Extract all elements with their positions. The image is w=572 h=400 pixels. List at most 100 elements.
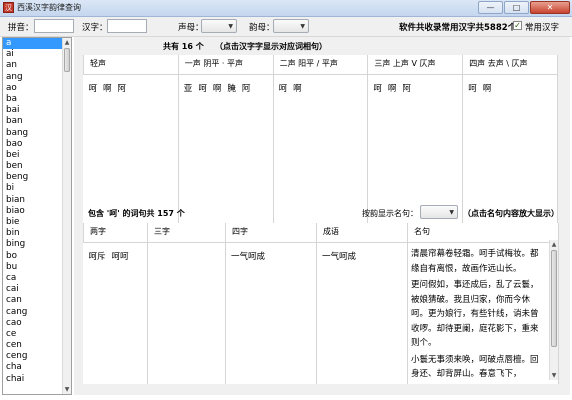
tone-chars-cell: 呵啊 — [273, 74, 369, 244]
hanzi-char[interactable]: 呵 — [198, 84, 207, 94]
pinyin-item[interactable]: bing — [3, 239, 63, 250]
summary-prefix: 软件共收录常用汉字共 — [399, 23, 485, 33]
pinyin-item[interactable]: bo — [3, 251, 63, 262]
hanzi-char[interactable]: 啊 — [388, 84, 397, 94]
hanzi-char[interactable]: 呵 — [468, 84, 477, 94]
quote-header: 名句 — [407, 223, 559, 243]
chevron-down-icon: ▼ — [449, 209, 454, 216]
hanzi-char[interactable]: 啊 — [293, 84, 302, 94]
quote-item[interactable]: 清晨帘幕卷轻霜。呵手试梅妆。都缘自有离恨，故画作远山长。 — [411, 247, 544, 276]
hanzi-char[interactable]: 阿 — [402, 84, 411, 94]
maximize-button[interactable]: □ — [504, 1, 529, 14]
yunmu-label: 韵母： — [249, 23, 275, 33]
pinyin-item[interactable]: beng — [3, 172, 63, 183]
pinyin-item[interactable]: cha — [3, 362, 63, 373]
pinyin-item[interactable]: ca — [3, 273, 63, 284]
three-char-header: 三字 — [147, 223, 226, 243]
tone-header-row: 轻声 一声 阴平 · 平声 二声 阳平 / 平声 三声 上声 V 仄声 四声 去声 \ … — [83, 55, 558, 75]
pinyin-item[interactable]: ao — [3, 83, 63, 94]
hanzi-char[interactable]: 啊 — [103, 84, 112, 94]
two-char-cell: 呵斥 呵呵 — [83, 242, 148, 384]
minimize-button[interactable]: — — [478, 1, 503, 14]
pinyin-item[interactable]: bang — [3, 128, 63, 139]
pinyin-item[interactable]: cai — [3, 284, 63, 295]
summary-count: 5882 — [484, 23, 508, 33]
scroll-thumb[interactable] — [551, 250, 557, 347]
quote-item[interactable]: 更问假如，事还成后，乱了云鬟，被娘猜破。我且归家，你而今休呵。更为娘行，有些针线… — [411, 278, 544, 351]
pinyin-item[interactable]: ba — [3, 94, 63, 105]
chevron-down-icon: ▼ — [300, 23, 305, 30]
three-char-cell — [147, 242, 226, 384]
tone-header: 三声 上声 V 仄声 — [367, 55, 464, 75]
common-chars-checkbox[interactable]: ✓ — [513, 21, 522, 30]
pinyin-item[interactable]: cen — [3, 340, 63, 351]
scroll-up-icon[interactable]: ▲ — [550, 240, 558, 249]
pinyin-item[interactable]: ben — [3, 161, 63, 172]
pinyin-item[interactable]: cang — [3, 307, 63, 318]
hanzi-char[interactable]: 呵 — [279, 84, 288, 94]
tone-chars-cell: 亚呵啊腌阿 — [178, 74, 274, 244]
pinyin-item[interactable]: bu — [3, 262, 63, 273]
pinyin-item[interactable]: ce — [3, 329, 63, 340]
pinyin-input[interactable] — [34, 19, 74, 33]
pinyin-item[interactable]: bi — [3, 183, 63, 194]
four-char-cell: 一气呵成 — [225, 242, 317, 384]
scroll-thumb[interactable] — [64, 48, 70, 72]
idiom-item[interactable]: 一气呵成 — [322, 250, 403, 262]
close-button[interactable]: ✕ — [530, 1, 570, 14]
yunmu-select[interactable]: ▼ — [273, 19, 309, 33]
hanzi-char[interactable]: 亚 — [184, 84, 193, 94]
shengmu-select[interactable]: ▼ — [201, 19, 237, 33]
pinyin-item[interactable]: chai — [3, 374, 63, 385]
hanzi-char[interactable]: 啊 — [483, 84, 492, 94]
scroll-down-icon[interactable]: ▼ — [550, 371, 558, 380]
word-item[interactable]: 呵斥 — [89, 252, 106, 262]
pinyin-item[interactable]: biao — [3, 206, 63, 217]
hanzi-char[interactable]: 腌 — [227, 84, 236, 94]
pinyin-scrollbar[interactable]: ▲ ▼ — [62, 38, 71, 394]
pinyin-item[interactable]: ai — [3, 49, 63, 60]
quote-scrollbar[interactable]: ▲ ▼ — [549, 240, 558, 380]
scroll-up-icon[interactable]: ▲ — [63, 38, 71, 47]
word-item[interactable]: 一气呵成 — [231, 250, 312, 262]
pinyin-item[interactable]: bei — [3, 150, 63, 161]
pinyin-item[interactable]: ceng — [3, 351, 63, 362]
common-chars-label: 常用汉字 — [525, 23, 560, 33]
scroll-down-icon[interactable]: ▼ — [63, 385, 71, 394]
hanzi-char[interactable]: 呵 — [373, 84, 382, 94]
rhyme-display-select[interactable]: ▼ — [420, 205, 458, 219]
hanzi-char[interactable]: 呵 — [89, 84, 98, 94]
hanzi-input[interactable] — [107, 19, 147, 33]
window-title: 西溪汉字韵律查询 — [17, 3, 81, 12]
tone-header: 一声 阴平 · 平声 — [177, 55, 274, 75]
quote-cell: 清晨帘幕卷轻霜。呵手试梅妆。都缘自有离恨，故画作远山长。 更问假如，事还成后，乱了… — [407, 242, 559, 384]
word-header-row: 两字 三字 四字 成语 名句 — [83, 223, 559, 243]
hanzi-char[interactable]: 阿 — [242, 84, 251, 94]
pinyin-item[interactable]: cao — [3, 318, 63, 329]
pinyin-item[interactable]: bin — [3, 228, 63, 239]
title-bar[interactable]: 汉 西溪汉字韵律查询 — □ ✕ — [0, 0, 572, 17]
pinyin-item[interactable]: bian — [3, 195, 63, 206]
word-content-row: 呵斥 呵呵 一气呵成 一气呵成 清晨帘幕卷轻霜。呵手试梅妆。都缘自有离恨，故画作远… — [83, 242, 559, 384]
tone-hint: （点击汉字字显示对应词相句） — [215, 42, 327, 51]
word-item[interactable]: 呵呵 — [112, 252, 129, 262]
pinyin-item[interactable]: ban — [3, 116, 63, 127]
pinyin-item[interactable]: an — [3, 60, 63, 71]
pinyin-item[interactable]: can — [3, 295, 63, 306]
main-panel: 共有 16 个 （点击汉字字显示对应词相句） 轻声 一声 阴平 · 平声 二声 阳平… — [74, 37, 570, 395]
pinyin-item[interactable]: ang — [3, 72, 63, 83]
pinyin-item[interactable]: a — [3, 38, 63, 50]
hanzi-char[interactable]: 阿 — [118, 84, 127, 94]
idiom-cell: 一气呵成 — [316, 242, 408, 384]
tone-header: 四声 去声 \ 仄声 — [462, 55, 558, 75]
tone-header: 二声 阳平 / 平声 — [272, 55, 369, 75]
pinyin-item[interactable]: bie — [3, 217, 63, 228]
quote-item[interactable]: 小鬟无事须来唤，呵破点唇檀。回身还、却背屏山。春意飞下， — [411, 353, 544, 382]
hanzi-char[interactable]: 啊 — [213, 84, 222, 94]
pinyin-item[interactable]: bai — [3, 105, 63, 116]
pinyin-items: a ai an ang ao ba bai ban bang bao bei ben beng bi bia… — [3, 38, 63, 385]
pinyin-item[interactable]: bao — [3, 139, 63, 150]
pinyin-label: 拼音： — [8, 23, 34, 33]
app-icon: 汉 — [3, 2, 14, 13]
pinyin-list[interactable]: a ai an ang ao ba bai ban bang bao bei ben beng bi bia… — [2, 37, 72, 395]
